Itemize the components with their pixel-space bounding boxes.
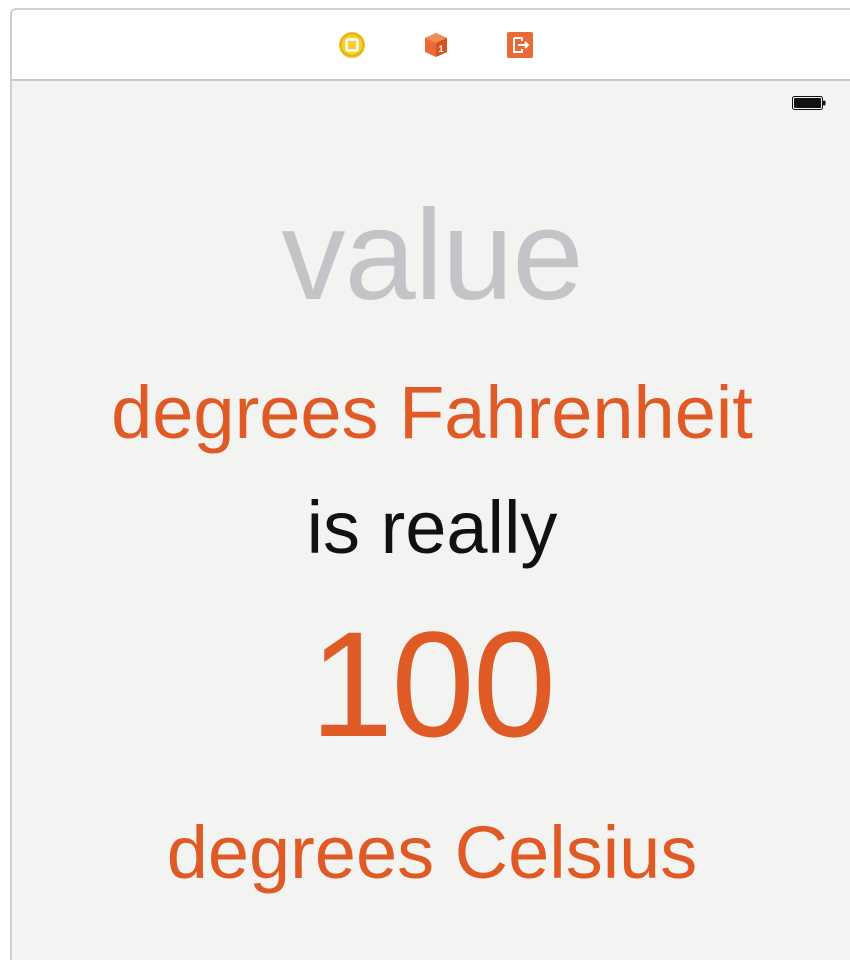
svg-text:1: 1 <box>439 44 444 54</box>
storyboard-page: 1 value degrees Fahrenheit is really 100… <box>0 0 850 960</box>
fahrenheit-unit-label: degrees Fahrenheit <box>111 371 753 454</box>
view-canvas[interactable]: value degrees Fahrenheit is really 100 d… <box>12 81 850 960</box>
view-controller-icon[interactable] <box>338 31 366 59</box>
celsius-value-label: 100 <box>309 600 556 768</box>
battery-icon <box>792 96 826 110</box>
first-responder-icon[interactable]: 1 <box>422 31 450 59</box>
exit-icon[interactable] <box>506 31 534 59</box>
celsius-unit-label: degrees Celsius <box>166 811 698 894</box>
scene-dock: 1 <box>12 10 850 81</box>
fahrenheit-value-field[interactable]: value <box>12 186 850 326</box>
view-controller-scene[interactable]: 1 value degrees Fahrenheit is really 100… <box>10 8 850 960</box>
is-really-label: is really <box>306 486 558 569</box>
